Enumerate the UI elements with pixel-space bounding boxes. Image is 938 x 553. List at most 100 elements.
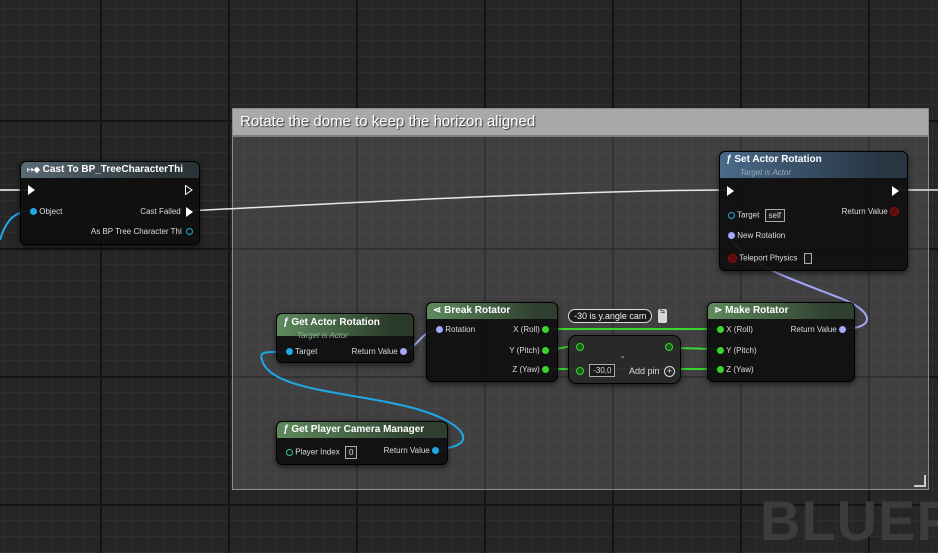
make-rotator-x-pin[interactable]: X (Roll): [717, 325, 753, 335]
bool-pin-icon: [890, 207, 899, 217]
get-player-camera-manager-node[interactable]: ƒ Get Player Camera Manager Player Index…: [276, 421, 448, 465]
rotator-pin-icon: [436, 326, 443, 334]
float-pin-icon: [542, 347, 549, 355]
player-index-label: Player Index: [295, 447, 340, 457]
float-pin-icon: [717, 326, 724, 334]
float-pin-icon: [576, 366, 584, 375]
object-pin-icon: [432, 447, 439, 455]
teleport-physics-checkbox[interactable]: [803, 253, 812, 264]
add-input-a-pin[interactable]: [576, 342, 584, 352]
make-rotator-return-label: Return Value: [790, 325, 837, 334]
plus-circle-icon: +: [664, 366, 675, 377]
add-input-b-pin[interactable]: -30,0: [576, 364, 616, 377]
cast-as-pin[interactable]: As BP Tree Character Thi: [91, 227, 193, 237]
set-rotation-new-rotation-label: New Rotation: [737, 231, 786, 240]
break-rotator-z-pin[interactable]: Z (Yaw): [512, 365, 549, 375]
make-rotator-header[interactable]: ⋗ Make Rotator: [708, 303, 854, 319]
cast-object-pin[interactable]: Object: [30, 207, 62, 217]
rotator-pin-icon: [728, 232, 735, 240]
set-rotation-target-label: Target: [737, 210, 760, 220]
resize-handle-icon[interactable]: [914, 475, 926, 487]
add-pin-button[interactable]: Add pin +: [629, 366, 675, 377]
set-rotation-exec-out-pin[interactable]: [892, 186, 899, 196]
rotator-pin-icon: [839, 326, 846, 334]
make-rotator-y-label: Y (Pitch): [726, 346, 757, 355]
cast-failed-pin[interactable]: Cast Failed: [140, 207, 193, 217]
object-pin-outline-icon: [186, 228, 193, 236]
add-pin-label: Add pin: [628, 366, 660, 376]
player-index-pin[interactable]: Player Index 0: [286, 446, 358, 459]
cast-object-label: Object: [39, 207, 63, 216]
set-rotation-return-pin[interactable]: Return Value: [842, 207, 899, 217]
cast-node[interactable]: ↦◆ Cast To BP_TreeCharacterThi Object Ca…: [20, 161, 200, 245]
comment-title[interactable]: Rotate the dome to keep the horizon alig…: [233, 109, 928, 137]
node-comment-bubble[interactable]: -30 is y.angle cam: [568, 309, 653, 323]
camera-manager-title: Get Player Camera Manager: [291, 424, 425, 435]
make-icon: ⋗: [714, 305, 723, 316]
break-rotator-header[interactable]: ⋖ Break Rotator: [427, 303, 557, 319]
camera-manager-return-label: Return Value: [383, 446, 430, 455]
comment-bubble-toggle-icon[interactable]: ⇆: [658, 309, 667, 323]
cast-node-title: Cast To BP_TreeCharacterThi: [42, 164, 184, 175]
break-rotator-node[interactable]: ⋖ Break Rotator Rotation X (Roll) Y (Pit…: [426, 302, 558, 382]
blueprint-watermark: BLUEPI: [760, 489, 938, 552]
break-rotator-y-label: Y (Pitch): [509, 346, 540, 355]
camera-manager-return-pin[interactable]: Return Value: [384, 446, 439, 456]
set-actor-rotation-node[interactable]: ƒ Set Actor Rotation Target is Actor Tar…: [719, 151, 908, 271]
break-rotator-y-pin[interactable]: Y (Pitch): [509, 346, 549, 356]
get-actor-rotation-subtitle: Target is Actor: [297, 331, 348, 340]
make-rotator-y-pin[interactable]: Y (Pitch): [717, 346, 757, 356]
function-icon: ƒ: [726, 154, 732, 165]
break-icon: ⋖: [433, 305, 442, 316]
player-index-field[interactable]: 0: [344, 446, 358, 459]
set-rotation-exec-in-pin[interactable]: [727, 186, 734, 196]
set-rotation-new-rotation-pin[interactable]: New Rotation: [728, 231, 785, 241]
add-input-b-field[interactable]: -30,0: [589, 364, 616, 377]
make-rotator-title: Make Rotator: [725, 305, 789, 316]
get-rotation-return-label: Return Value: [351, 347, 398, 356]
float-pin-icon: [542, 326, 549, 334]
break-rotator-x-pin[interactable]: X (Roll): [513, 325, 549, 335]
cast-exec-in-pin[interactable]: [28, 185, 35, 195]
get-rotation-target-label: Target: [295, 347, 318, 356]
cast-exec-out-pin[interactable]: [185, 185, 193, 195]
bool-pin-icon: [728, 254, 737, 263]
object-pin-outline-icon: [728, 212, 735, 219]
object-pin-icon: [286, 348, 293, 356]
camera-manager-header[interactable]: ƒ Get Player Camera Manager: [277, 422, 447, 438]
set-rotation-teleport-pin[interactable]: Teleport Physics: [728, 253, 812, 264]
add-operator-icon: -: [621, 352, 625, 363]
set-rotation-return-label: Return Value: [841, 207, 888, 216]
set-rotation-target-pin[interactable]: Target self: [728, 209, 785, 222]
float-pin-icon: [665, 342, 673, 351]
function-icon: ƒ: [283, 317, 289, 328]
set-actor-rotation-title: Set Actor Rotation: [734, 154, 822, 165]
float-pin-icon: [542, 366, 549, 374]
cast-failed-label: Cast Failed: [140, 207, 181, 217]
get-rotation-target-pin[interactable]: Target: [286, 347, 317, 357]
int-pin-icon: [286, 449, 293, 456]
exec-icon: [186, 207, 193, 217]
set-rotation-target-field[interactable]: self: [764, 209, 785, 222]
make-rotator-x-label: X (Roll): [726, 325, 753, 334]
cast-icon: ↦◆: [27, 165, 40, 174]
set-actor-rotation-subtitle: Target is Actor: [740, 168, 791, 177]
float-pin-icon: [717, 347, 724, 355]
make-rotator-node[interactable]: ⋗ Make Rotator X (Roll) Return Value Y (…: [707, 302, 855, 382]
rotator-pin-icon: [400, 348, 407, 356]
function-icon: ƒ: [283, 424, 289, 435]
add-float-node[interactable]: - -30,0 Add pin +: [568, 335, 681, 384]
cast-node-header[interactable]: ↦◆ Cast To BP_TreeCharacterThi: [21, 162, 199, 178]
make-rotator-return-pin[interactable]: Return Value: [791, 325, 846, 335]
get-rotation-return-pin[interactable]: Return Value: [352, 347, 407, 357]
add-output-pin[interactable]: [665, 342, 673, 352]
set-actor-rotation-header[interactable]: ƒ Set Actor Rotation Target is Actor: [720, 152, 907, 178]
exec-outline-icon: [185, 185, 193, 195]
make-rotator-z-label: Z (Yaw): [726, 365, 754, 374]
set-rotation-teleport-label: Teleport Physics: [739, 253, 798, 263]
make-rotator-z-pin[interactable]: Z (Yaw): [717, 365, 754, 375]
break-rotator-x-label: X (Roll): [513, 325, 540, 334]
get-actor-rotation-header[interactable]: ƒ Get Actor Rotation Target is Actor: [277, 314, 413, 340]
get-actor-rotation-node[interactable]: ƒ Get Actor Rotation Target is Actor Tar…: [276, 313, 414, 363]
break-rotator-input-pin[interactable]: Rotation: [436, 325, 475, 335]
